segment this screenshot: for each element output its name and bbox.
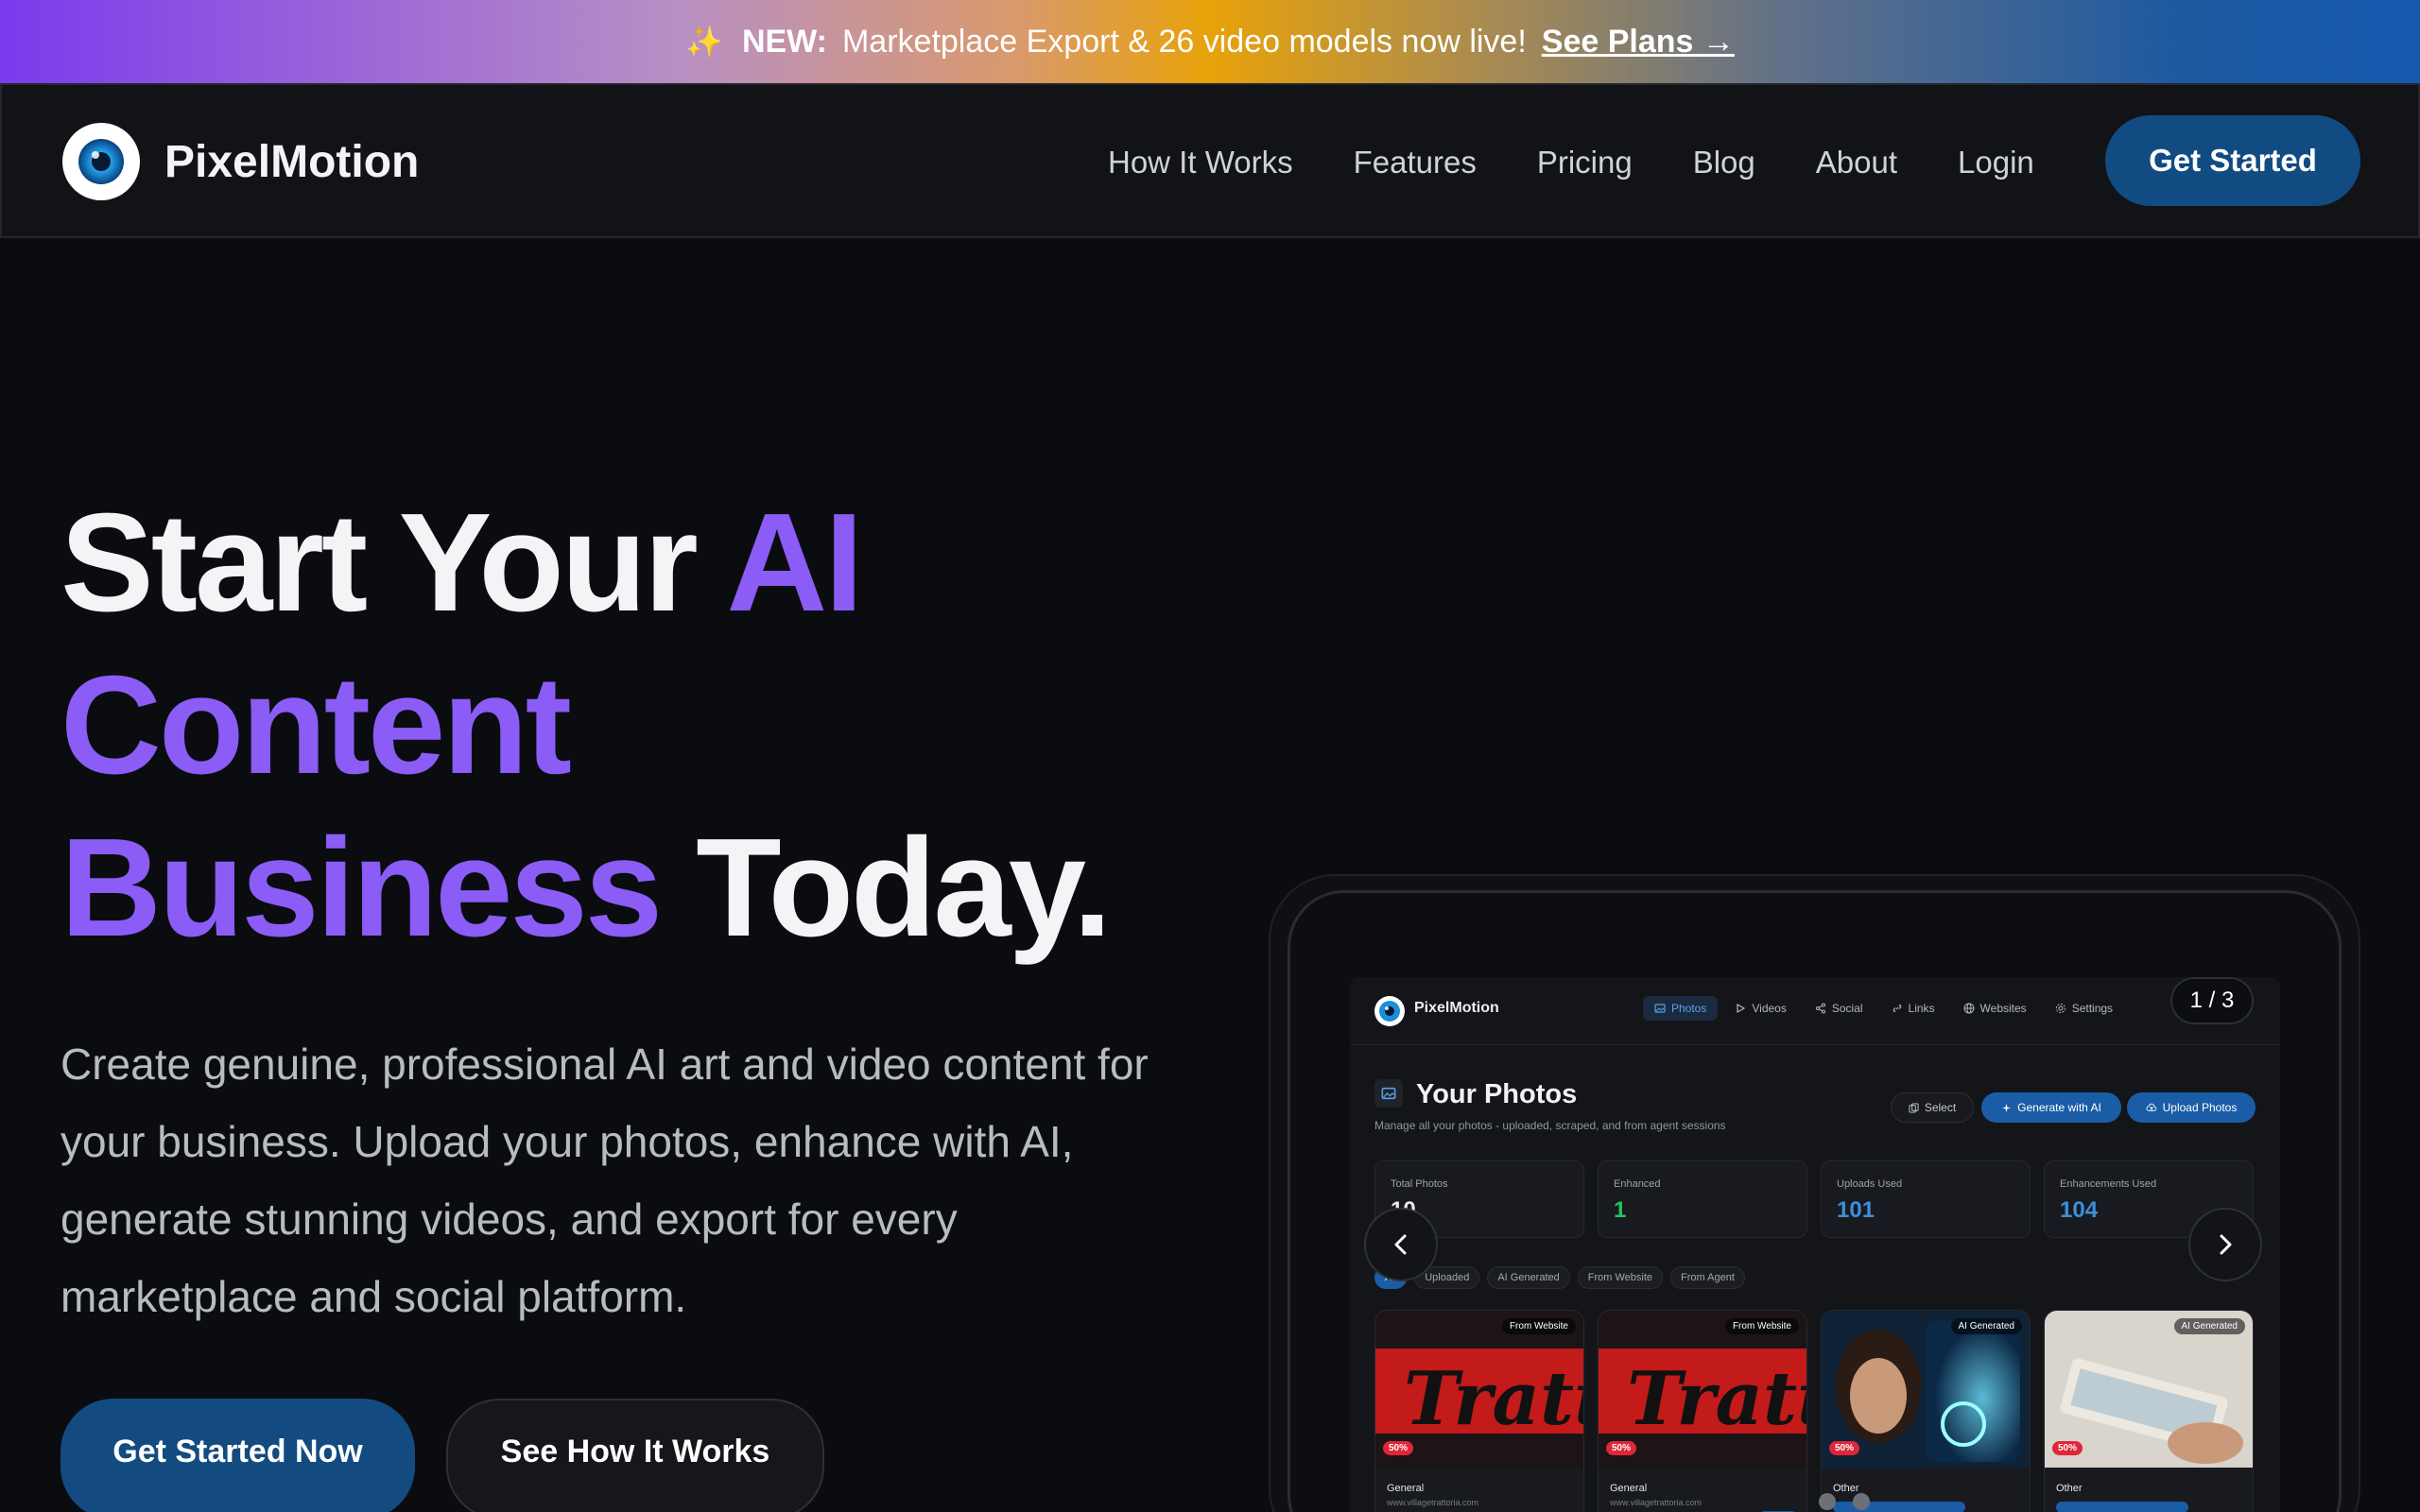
nav-link-how-it-works[interactable]: How It Works [1108, 145, 1293, 180]
stat-uploads-used: Uploads Used 101 [1821, 1160, 2031, 1238]
navbar: PixelMotion How It Works Features Pricin… [0, 83, 2420, 238]
card-site: www.villagetrattoria.com [1387, 1498, 1479, 1507]
mockup-tab-links[interactable]: Links [1880, 996, 1946, 1021]
score-badge: 50% [2052, 1441, 2083, 1455]
hero-title: Start Your AI Content Business Today. [60, 482, 1195, 970]
filter-ai-generated[interactable]: AI Generated [1487, 1266, 1570, 1289]
mockup-generate-ai-button[interactable]: Generate with AI [1981, 1092, 2121, 1123]
link-icon [1893, 1004, 1901, 1013]
announcement-badge: NEW: [741, 23, 827, 60]
chevron-right-icon [2220, 1234, 2232, 1255]
nav-link-features[interactable]: Features [1354, 145, 1477, 180]
score-badge: 50% [1383, 1441, 1414, 1455]
play-icon [1737, 1003, 1746, 1014]
copy-icon [1909, 1102, 1919, 1113]
score-badge: 50% [1829, 1441, 1860, 1455]
card-category: Other [1833, 1483, 1859, 1494]
card-site: www.villagetrattoria.com [1610, 1498, 1703, 1507]
carousel-dot[interactable] [1853, 1493, 1870, 1510]
svg-text:Tratt: Tratt [1404, 1356, 1584, 1442]
carousel-prev-button[interactable] [1364, 1208, 1438, 1281]
card-category: Other [2056, 1483, 2083, 1494]
cloud-upload-icon [2146, 1103, 2156, 1111]
slide-counter: 1 / 3 [2170, 977, 2254, 1024]
photo-card[interactable]: AI Generated 50% Other [1821, 1310, 2031, 1512]
filter-chips: All Uploaded AI Generated From Website F… [1374, 1266, 1745, 1289]
filter-from-website[interactable]: From Website [1577, 1266, 1664, 1289]
mockup-tab-social[interactable]: Social [1804, 996, 1875, 1021]
get-started-now-button[interactable]: Get Started Now [60, 1399, 415, 1512]
logo-link[interactable]: PixelMotion [62, 123, 419, 200]
mockup-navbar: PixelMotion Photos Videos Social Links W… [1350, 977, 2280, 1045]
hero-title-part-1: Start Your [60, 485, 727, 641]
announcement-message: Marketplace Export & 26 video models now… [841, 23, 1527, 60]
mockup-upload-photos-button[interactable]: Upload Photos [2127, 1092, 2256, 1123]
photo-card[interactable]: Tratt From Website 50% General www.villa… [1374, 1310, 1584, 1512]
app-screenshot: PixelMotion Photos Videos Social Links W… [1350, 977, 2280, 1512]
get-started-button[interactable]: Get Started [2105, 115, 2360, 206]
photo-card[interactable]: AI Generated 50% Other [2044, 1310, 2254, 1512]
mockup-eye-logo-icon [1374, 996, 1405, 1026]
card-category: General [1387, 1483, 1425, 1494]
announcement-bar: ✨ NEW: Marketplace Export & 26 video mod… [0, 0, 2420, 83]
nav-link-login[interactable]: Login [1958, 145, 2034, 180]
sparkle-icon: ✨ [685, 25, 723, 59]
mockup-tab-settings[interactable]: Settings [2044, 996, 2124, 1021]
mockup-tab-videos[interactable]: Videos [1723, 996, 1797, 1021]
brand-name: PixelMotion [164, 136, 420, 187]
carousel-next-button[interactable] [2188, 1208, 2262, 1281]
chevron-left-icon [1394, 1234, 1407, 1255]
mockup-tabs: Photos Videos Social Links Websites Sett… [1643, 996, 2124, 1021]
mockup-select-button[interactable]: Select [1891, 1092, 1974, 1123]
gear-icon [2055, 1004, 2066, 1013]
nav-link-blog[interactable]: Blog [1693, 145, 1755, 180]
hero-title-part-3: Today. [660, 810, 1112, 966]
photo-card[interactable]: Tratt From Website 50% General www.villa… [1598, 1310, 1807, 1512]
mockup-page-title: Your Photos [1416, 1079, 1578, 1109]
image-icon [1654, 1004, 1666, 1013]
card-category: General [1610, 1483, 1648, 1494]
nav-links: How It Works Features Pricing Blog About… [1108, 85, 2095, 240]
filter-from-agent[interactable]: From Agent [1670, 1266, 1745, 1289]
carousel-dot[interactable] [1819, 1493, 1836, 1510]
svg-text:Tratt: Tratt [1627, 1356, 1807, 1442]
mockup-tab-photos[interactable]: Photos [1643, 996, 1719, 1021]
source-badge: AI Generated [2173, 1318, 2245, 1334]
share-icon [1815, 1003, 1825, 1014]
mockup-tab-websites[interactable]: Websites [1952, 996, 2038, 1021]
hero-subtitle: Create genuine, professional AI art and … [60, 1040, 1149, 1321]
source-badge: AI Generated [1950, 1318, 2022, 1334]
globe-icon [1963, 1003, 1975, 1014]
mockup-brand: PixelMotion [1414, 1000, 1499, 1016]
nav-link-about[interactable]: About [1816, 145, 1897, 180]
see-how-it-works-button[interactable]: See How It Works [446, 1399, 824, 1512]
see-plans-link[interactable]: See Plans → [1542, 24, 1735, 60]
source-badge: From Website [1501, 1318, 1576, 1334]
eye-logo-icon [62, 123, 140, 200]
card-action-bar[interactable] [2056, 1502, 2188, 1512]
mockup-page-description: Manage all your photos - uploaded, scrap… [1374, 1119, 1726, 1132]
nav-link-pricing[interactable]: Pricing [1537, 145, 1633, 180]
score-badge: 50% [1606, 1441, 1637, 1455]
photos-icon [1374, 1079, 1403, 1108]
stat-enhanced: Enhanced 1 [1598, 1160, 1807, 1238]
source-badge: From Website [1724, 1318, 1799, 1334]
sparkles-icon [2002, 1103, 2012, 1112]
